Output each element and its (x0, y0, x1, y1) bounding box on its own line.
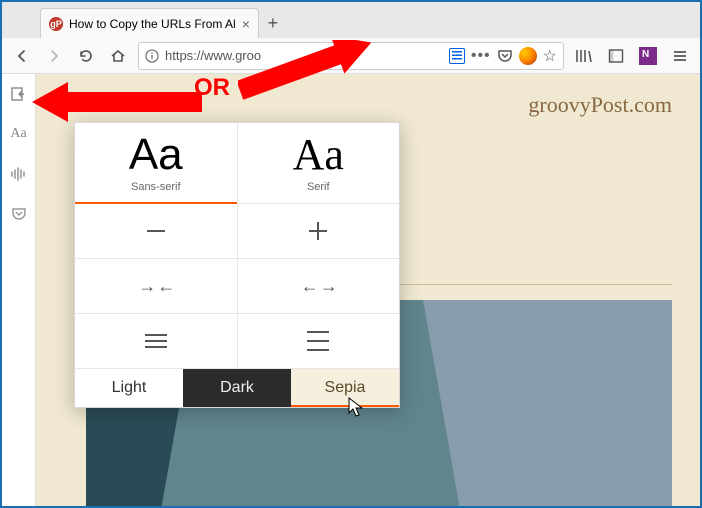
menu-icon[interactable] (668, 44, 692, 68)
pocket-icon[interactable] (497, 48, 513, 64)
new-tab-button[interactable]: + (259, 13, 287, 38)
plus-icon (309, 222, 327, 240)
theme-sepia[interactable]: Sepia (291, 369, 399, 407)
reader-page: groovyPost.com URLs From All Open wser A… (36, 74, 700, 506)
tight-lines-icon (145, 334, 167, 348)
font-serif-option[interactable]: Aa Serif (238, 123, 400, 203)
info-icon[interactable] (145, 49, 159, 63)
decrease-line-height[interactable] (75, 314, 238, 368)
serif-sample: Aa (293, 133, 344, 177)
loose-lines-icon (307, 331, 329, 351)
sans-sample: Aa (129, 133, 183, 177)
page-actions-icon[interactable]: ••• (471, 47, 491, 65)
library-icon[interactable] (572, 44, 596, 68)
reader-mode-icon[interactable] (449, 48, 465, 64)
theme-light[interactable]: Light (75, 369, 183, 407)
annotation-or-label: OR (194, 74, 230, 102)
browser-tab[interactable]: gP How to Copy the URLs From Al × (40, 8, 259, 38)
narrow-icon: → ← (138, 276, 173, 297)
forward-button[interactable] (42, 44, 66, 68)
increase-line-height[interactable] (238, 314, 400, 368)
theme-dark[interactable]: Dark (183, 369, 291, 407)
decrease-content-width[interactable]: → ← (75, 259, 238, 313)
onenote-extension-icon[interactable] (636, 44, 660, 68)
reader-view-sidebar: Aa (2, 74, 36, 506)
narrate-icon[interactable] (9, 164, 29, 184)
firefox-logo-icon (519, 47, 537, 65)
widen-icon: ← → (301, 276, 336, 297)
increase-font-size[interactable] (238, 204, 400, 258)
reload-button[interactable] (74, 44, 98, 68)
serif-label: Serif (307, 181, 330, 193)
back-button[interactable] (10, 44, 34, 68)
sidebar-toggle-icon[interactable] (604, 44, 628, 68)
annotation-arrow-right (238, 40, 378, 106)
close-icon[interactable]: × (242, 16, 250, 32)
save-pocket-icon[interactable] (9, 204, 29, 224)
annotation-arrow-left (32, 78, 202, 126)
minus-icon (147, 230, 165, 232)
type-controls-panel: Aa Sans-serif Aa Serif → ← ← → (74, 122, 400, 408)
cursor-icon (348, 397, 364, 422)
close-reader-icon[interactable] (9, 84, 29, 104)
home-button[interactable] (106, 44, 130, 68)
favicon-icon: gP (49, 17, 63, 31)
decrease-font-size[interactable] (75, 204, 238, 258)
type-controls-icon[interactable]: Aa (9, 124, 29, 144)
sans-label: Sans-serif (131, 181, 181, 193)
tab-title: How to Copy the URLs From Al (69, 17, 236, 31)
tab-strip: gP How to Copy the URLs From Al × + (2, 2, 700, 38)
font-sans-serif-option[interactable]: Aa Sans-serif (75, 123, 238, 203)
site-brand: groovyPost.com (528, 92, 672, 118)
bookmark-star-icon[interactable]: ☆ (543, 46, 557, 66)
increase-content-width[interactable]: ← → (238, 259, 400, 313)
